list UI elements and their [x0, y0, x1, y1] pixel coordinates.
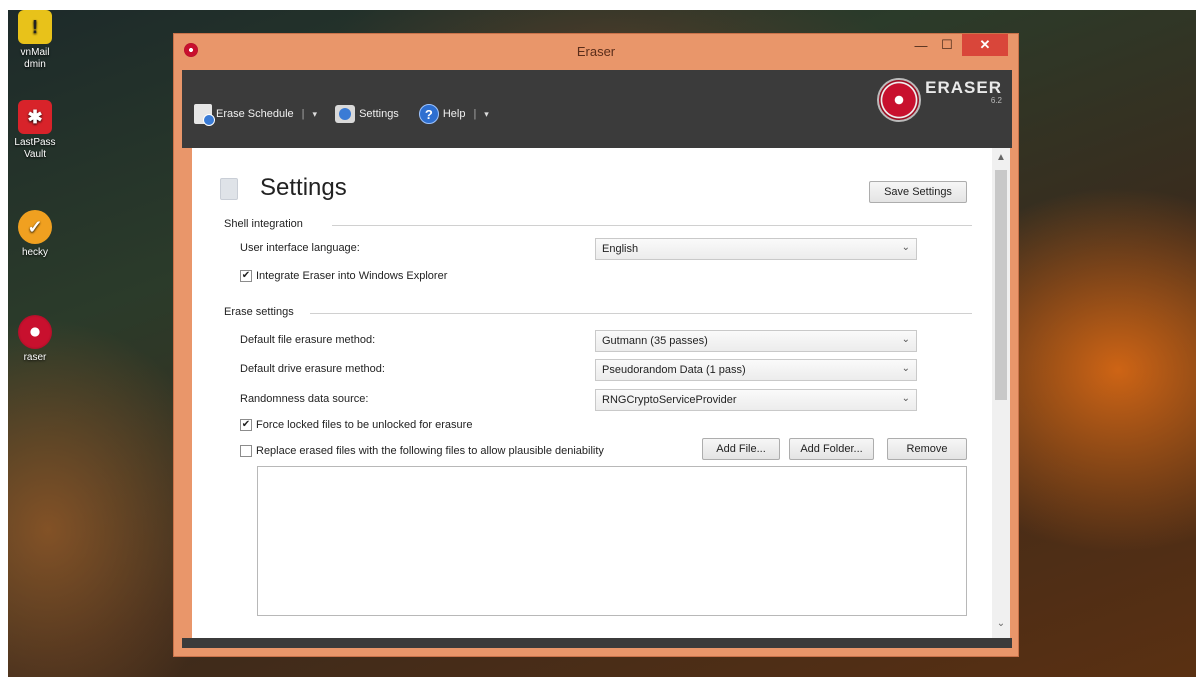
- toolbar-separator: |: [473, 108, 477, 120]
- scroll-thumb[interactable]: [995, 170, 1007, 400]
- language-select[interactable]: English ⌄: [595, 238, 917, 260]
- brand: ERASER 6.2: [877, 78, 1002, 122]
- settings-icon: [335, 105, 356, 123]
- file-method-select[interactable]: Gutmann (35 passes) ⌄: [595, 330, 917, 352]
- vertical-scrollbar[interactable]: ▲ ⌄: [992, 148, 1010, 638]
- group-shell-integration: Shell integration: [224, 218, 303, 230]
- status-bar: [182, 638, 1012, 648]
- group-erase-settings: Erase settings: [224, 306, 294, 318]
- chevron-down-icon: ⌄: [901, 334, 910, 345]
- integrate-explorer-checkbox[interactable]: ✔ Integrate Eraser into Windows Explorer: [240, 270, 447, 282]
- desktop-icon-label: raser: [23, 352, 47, 363]
- settings-label: Settings: [359, 108, 399, 120]
- divider: [332, 225, 972, 226]
- randomness-select[interactable]: RNGCryptoServiceProvider ⌄: [595, 389, 917, 411]
- plausible-deniability-checkbox[interactable]: Replace erased files with the following …: [240, 445, 604, 457]
- checkbox-box: ✔: [240, 419, 252, 431]
- checky-icon: ✓: [18, 210, 52, 244]
- plausible-deniability-label: Replace erased files with the following …: [256, 445, 604, 457]
- eraser-window: Eraser — ☐ ✕ Erase Schedule | ▾ Settings…: [173, 33, 1019, 657]
- integrate-explorer-label: Integrate Eraser into Windows Explorer: [256, 270, 448, 282]
- toolbar: Erase Schedule | ▾ Settings ? Help | ▾: [194, 104, 489, 126]
- page-title: Settings: [260, 174, 347, 201]
- brand-name: ERASER: [925, 78, 1002, 97]
- checkbox-box: ✔: [240, 270, 252, 282]
- randomness-value: RNGCryptoServiceProvider: [602, 394, 737, 406]
- drive-method-select[interactable]: Pseudorandom Data (1 pass) ⌄: [595, 359, 917, 381]
- help-label: Help: [442, 108, 466, 120]
- scroll-up-icon[interactable]: ▲: [992, 152, 1010, 168]
- desktop-icon-lastpass[interactable]: ✱ LastPass Vault: [8, 100, 62, 161]
- eraser-icon: [18, 315, 52, 349]
- lastpass-icon: ✱: [18, 100, 52, 134]
- window-title: Eraser: [576, 44, 616, 59]
- schedule-icon: [194, 104, 215, 126]
- scroll-down-icon[interactable]: ⌄: [992, 618, 1010, 634]
- erase-schedule-button[interactable]: Erase Schedule: [194, 104, 294, 126]
- close-button[interactable]: ✕: [962, 34, 1008, 56]
- chevron-down-icon: ⌄: [901, 242, 910, 253]
- checkbox-box: [240, 445, 252, 457]
- deniability-files-list[interactable]: [257, 466, 967, 616]
- save-settings-button[interactable]: Save Settings: [869, 181, 967, 203]
- settings-panel: Settings Save Settings Shell integration…: [192, 148, 992, 638]
- force-unlock-checkbox[interactable]: ✔ Force locked files to be unlocked for …: [240, 419, 472, 431]
- desktop-icon-eraser[interactable]: raser: [8, 315, 62, 364]
- divider: [310, 313, 972, 314]
- randomness-label: Randomness data source:: [240, 393, 369, 405]
- maximize-button[interactable]: ☐: [934, 34, 960, 56]
- desktop-icon-vnmail[interactable]: ! vnMail dmin: [8, 10, 62, 71]
- remove-button[interactable]: Remove: [887, 438, 967, 460]
- file-method-label: Default file erasure method:: [240, 334, 376, 346]
- force-unlock-label: Force locked files to be unlocked for er…: [256, 419, 473, 431]
- settings-page-icon: [220, 178, 238, 200]
- help-dropdown[interactable]: ▾: [484, 109, 489, 120]
- chevron-down-icon: ⌄: [901, 363, 910, 374]
- app-header: Erase Schedule | ▾ Settings ? Help | ▾ E…: [182, 70, 1012, 148]
- erase-schedule-label: Erase Schedule: [216, 108, 294, 120]
- language-label: User interface language:: [240, 242, 360, 254]
- chevron-down-icon: ⌄: [901, 393, 910, 404]
- file-method-value: Gutmann (35 passes): [602, 335, 708, 347]
- warning-icon: !: [18, 10, 52, 44]
- eraser-logo-icon: [877, 78, 922, 122]
- add-file-button[interactable]: Add File...: [702, 438, 780, 460]
- desktop-icon-label: hecky: [21, 247, 49, 258]
- title-bar[interactable]: Eraser — ☐ ✕: [174, 34, 1018, 70]
- desktop-icon-label: LastPass Vault: [14, 137, 56, 160]
- desktop-icon-label: vnMail dmin: [20, 47, 50, 70]
- help-icon: ?: [418, 104, 439, 124]
- help-button[interactable]: ? Help: [418, 104, 466, 124]
- drive-method-label: Default drive erasure method:: [240, 363, 385, 375]
- settings-button[interactable]: Settings: [335, 105, 399, 123]
- add-folder-button[interactable]: Add Folder...: [789, 438, 874, 460]
- minimize-button[interactable]: —: [908, 34, 934, 56]
- toolbar-separator: |: [301, 108, 305, 120]
- erase-schedule-dropdown[interactable]: ▾: [313, 109, 318, 120]
- language-value: English: [602, 243, 639, 255]
- drive-method-value: Pseudorandom Data (1 pass): [602, 364, 746, 376]
- desktop-icon-checky[interactable]: ✓ hecky: [8, 210, 62, 259]
